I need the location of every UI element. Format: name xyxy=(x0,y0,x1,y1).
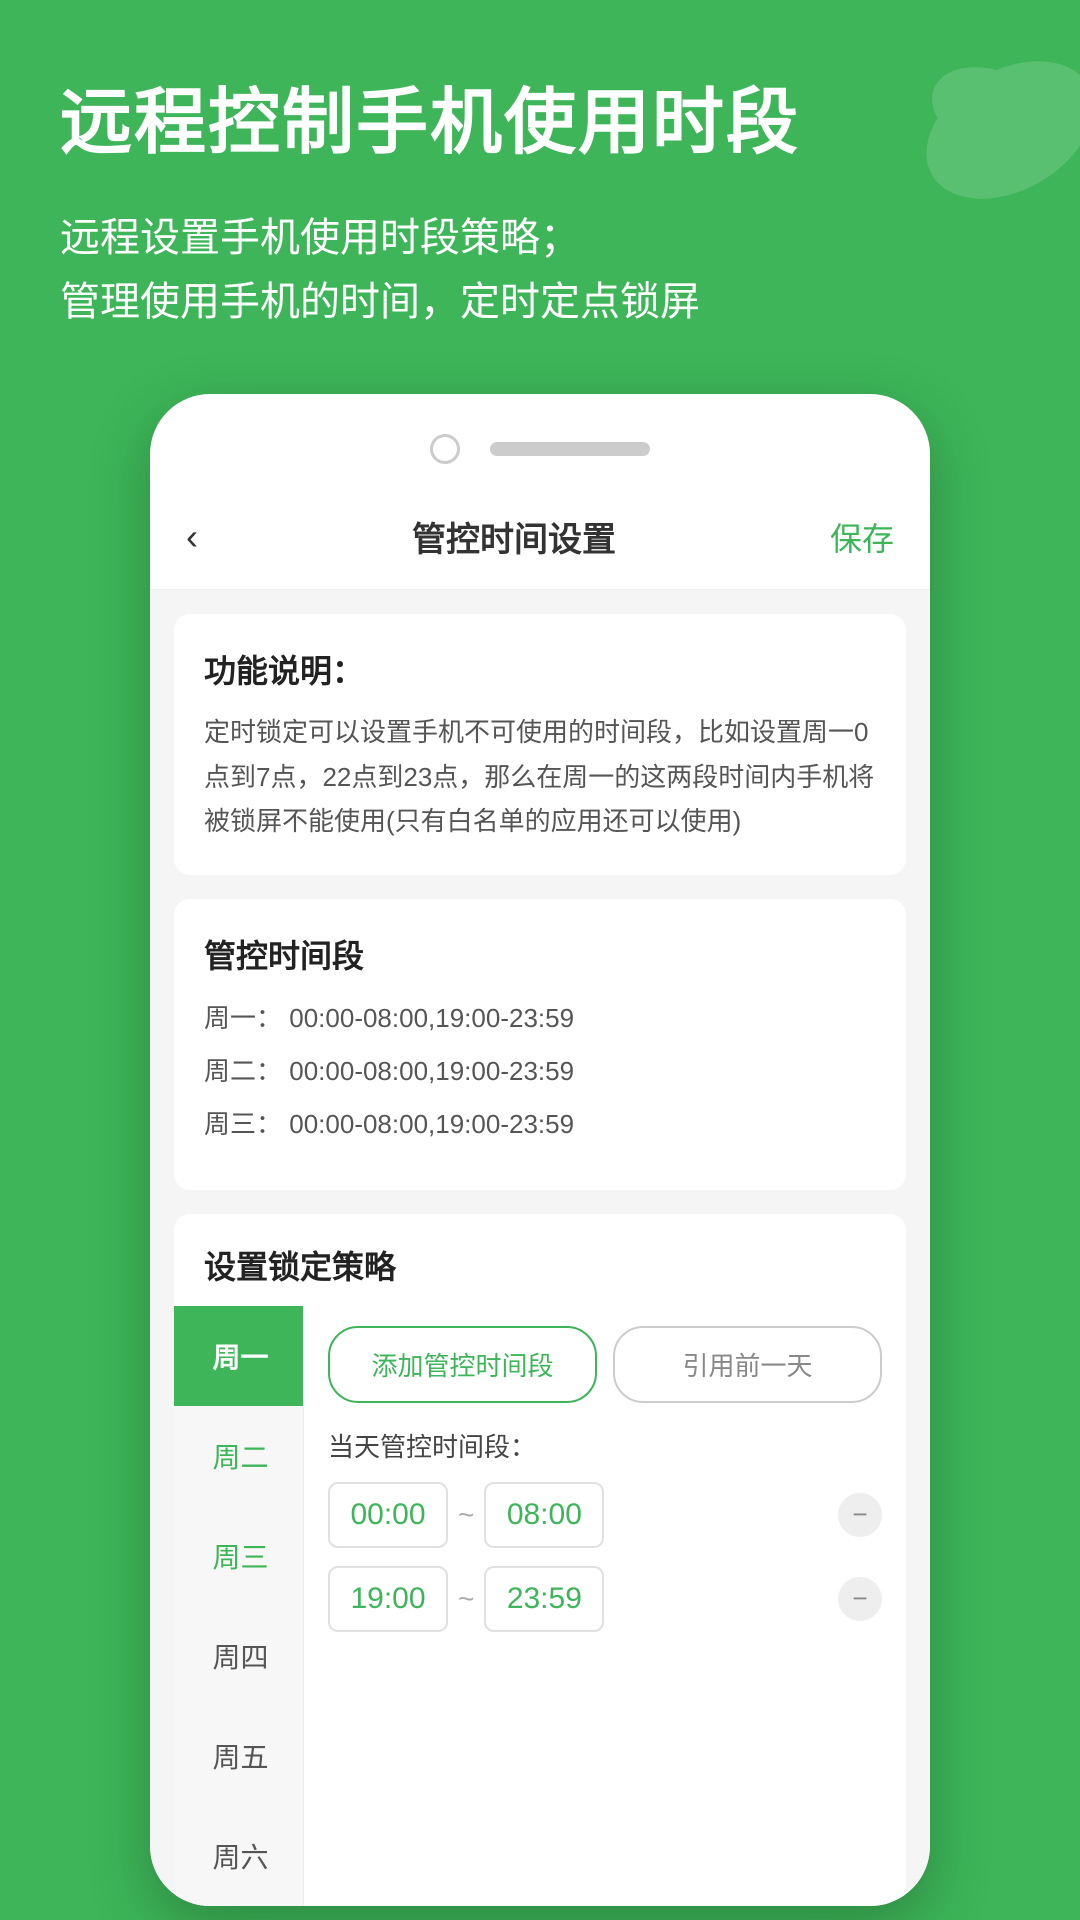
day-list: 周一 周二 周三 周四 周五 周六 xyxy=(174,1306,304,1906)
remove-time-2-button[interactable]: − xyxy=(838,1577,882,1621)
strategy-right-panel: 添加管控时间段 引用前一天 当天管控时间段： 00:00 ~ 08:00 − 1… xyxy=(304,1306,906,1906)
app-navbar: ‹ 管控时间设置 保存 xyxy=(150,484,930,590)
schedule-row-tuesday: 周二： 00:00-08:00,19:00-23:59 xyxy=(204,1052,876,1091)
schedule-row-wednesday: 周三： 00:00-08:00,19:00-23:59 xyxy=(204,1105,876,1144)
action-row: 添加管控时间段 引用前一天 xyxy=(328,1326,882,1403)
day-item-monday[interactable]: 周一 xyxy=(174,1306,303,1406)
time-start-2[interactable]: 19:00 xyxy=(328,1566,448,1632)
day-item-saturday[interactable]: 周六 xyxy=(174,1806,303,1906)
day-item-tuesday[interactable]: 周二 xyxy=(174,1406,303,1506)
time-start-1[interactable]: 00:00 xyxy=(328,1482,448,1548)
add-time-button[interactable]: 添加管控时间段 xyxy=(328,1326,597,1403)
time-end-1[interactable]: 08:00 xyxy=(484,1482,604,1548)
schedule-card: 管控时间段 周一： 00:00-08:00,19:00-23:59 周二： 00… xyxy=(174,899,906,1190)
page-desc: 远程设置手机使用时段策略； 管理使用手机的时间，定时定点锁屏 xyxy=(60,206,1020,334)
feature-card-title: 功能说明： xyxy=(204,646,876,692)
decoration-icon xyxy=(910,30,1080,230)
save-button[interactable]: 保存 xyxy=(830,514,894,560)
navbar-title: 管控时间设置 xyxy=(412,512,616,561)
tilde-2: ~ xyxy=(458,1583,474,1615)
page-title: 远程控制手机使用时段 xyxy=(60,80,1020,166)
day-item-thursday[interactable]: 周四 xyxy=(174,1606,303,1706)
page-header: 远程控制手机使用时段 远程设置手机使用时段策略； 管理使用手机的时间，定时定点锁… xyxy=(0,0,1080,374)
feature-card-desc: 定时锁定可以设置手机不可使用的时间段，比如设置周一0点到7点，22点到23点，那… xyxy=(204,710,876,843)
day-item-wednesday[interactable]: 周三 xyxy=(174,1506,303,1606)
current-day-label: 当天管控时间段： xyxy=(328,1427,882,1464)
app-content: ‹ 管控时间设置 保存 功能说明： 定时锁定可以设置手机不可使用的时间段，比如设… xyxy=(150,484,930,1906)
schedule-title: 管控时间段 xyxy=(204,931,876,977)
camera-icon xyxy=(430,434,460,464)
time-range-row-2: 19:00 ~ 23:59 − xyxy=(328,1566,882,1632)
strategy-title: 设置锁定策略 xyxy=(174,1214,906,1306)
phone-top-bar xyxy=(150,424,930,484)
copy-prev-button[interactable]: 引用前一天 xyxy=(613,1326,882,1403)
back-button[interactable]: ‹ xyxy=(186,516,198,558)
time-range-row-1: 00:00 ~ 08:00 − xyxy=(328,1482,882,1548)
time-end-2[interactable]: 23:59 xyxy=(484,1566,604,1632)
phone-mockup: ‹ 管控时间设置 保存 功能说明： 定时锁定可以设置手机不可使用的时间段，比如设… xyxy=(150,394,930,1906)
strategy-body: 周一 周二 周三 周四 周五 周六 添加管控时间段 引用前一天 当天管控时间段： xyxy=(174,1306,906,1906)
tilde-1: ~ xyxy=(458,1499,474,1531)
feature-card: 功能说明： 定时锁定可以设置手机不可使用的时间段，比如设置周一0点到7点，22点… xyxy=(174,614,906,875)
speaker-icon xyxy=(490,442,650,456)
schedule-row-monday: 周一： 00:00-08:00,19:00-23:59 xyxy=(204,999,876,1038)
day-item-friday[interactable]: 周五 xyxy=(174,1706,303,1806)
strategy-card: 设置锁定策略 周一 周二 周三 周四 周五 周六 添加管控时间段 引用前一天 xyxy=(174,1214,906,1906)
remove-time-1-button[interactable]: − xyxy=(838,1493,882,1537)
